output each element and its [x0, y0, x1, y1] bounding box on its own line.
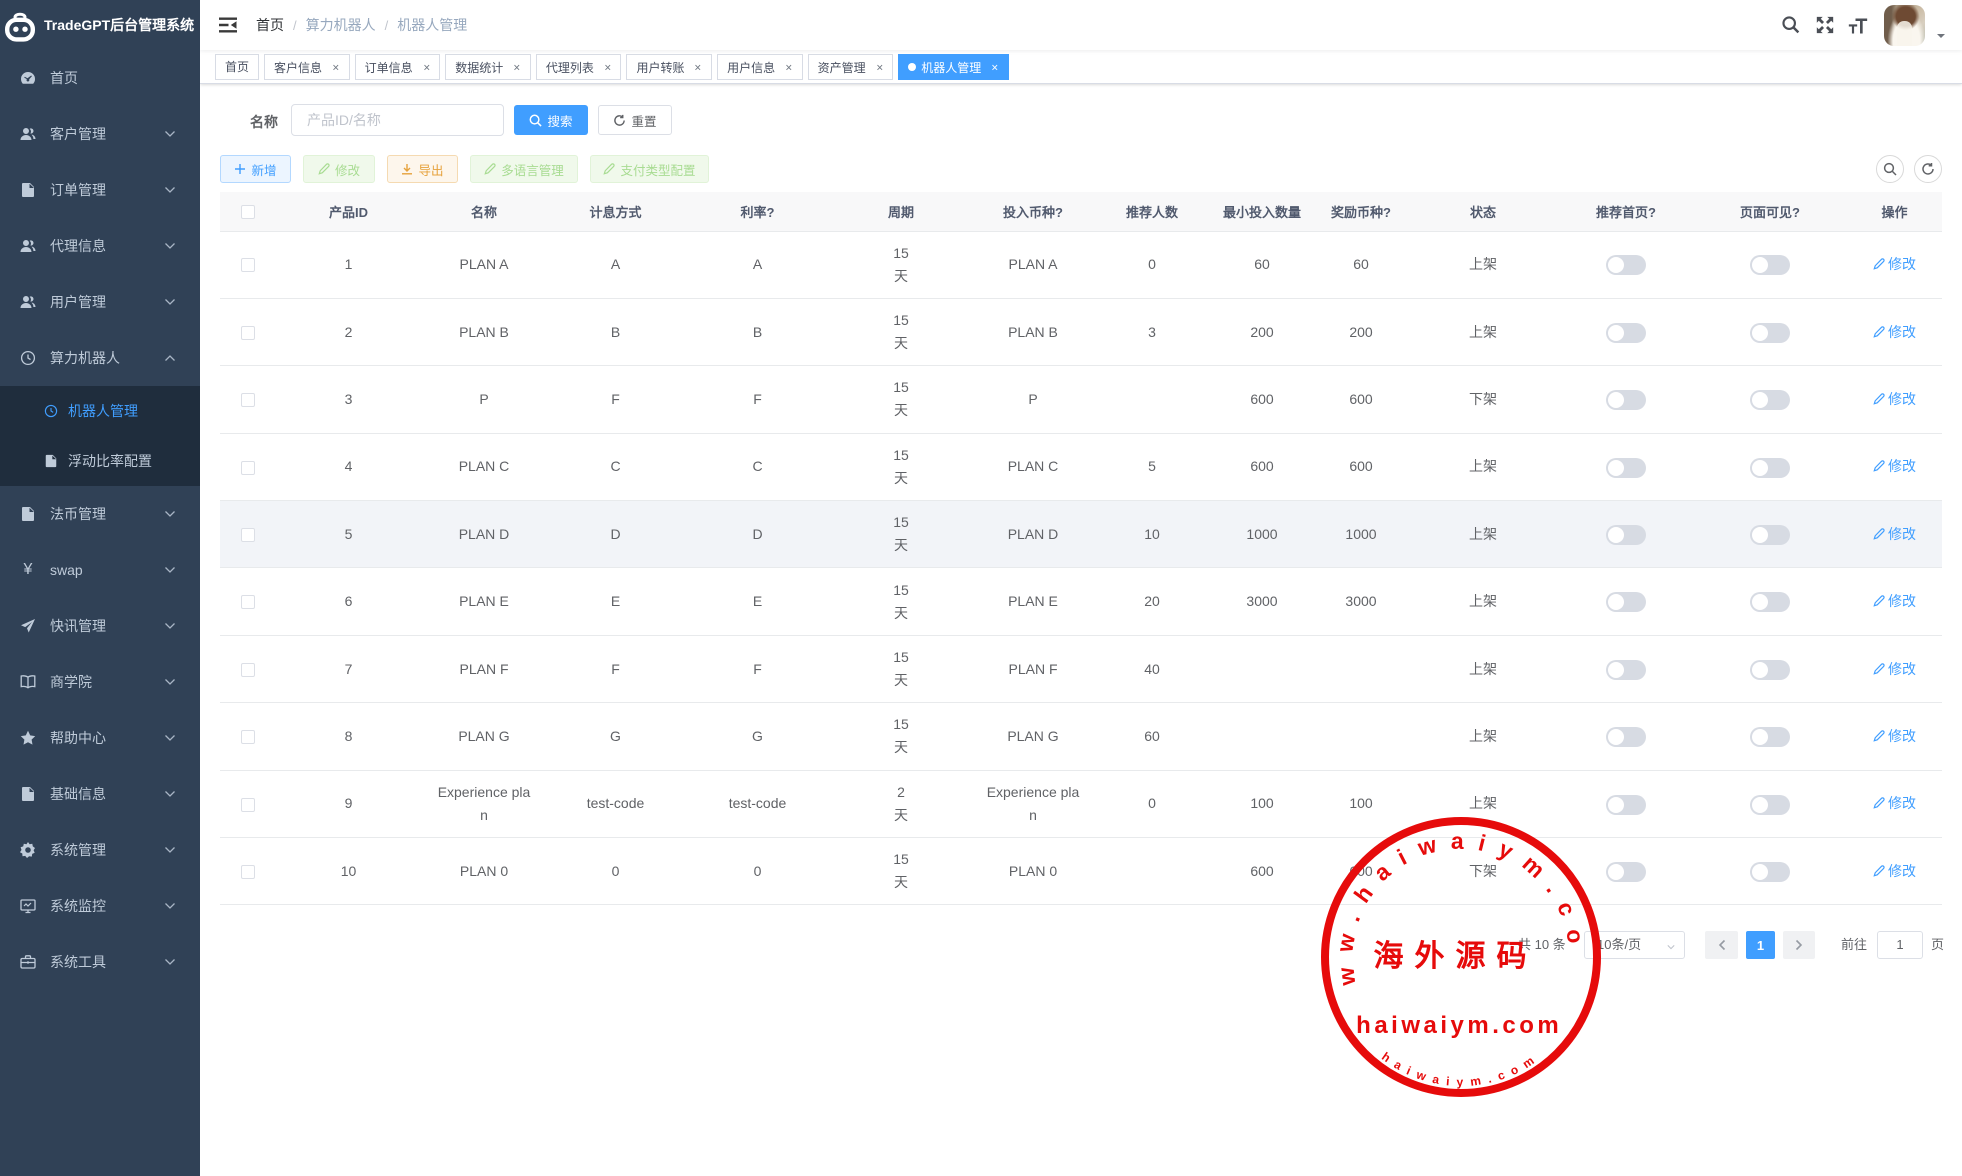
svg-text:haiwaiym.com: haiwaiym.com	[1356, 1012, 1562, 1039]
svg-text:海外源码: 海外源码	[1374, 940, 1538, 973]
